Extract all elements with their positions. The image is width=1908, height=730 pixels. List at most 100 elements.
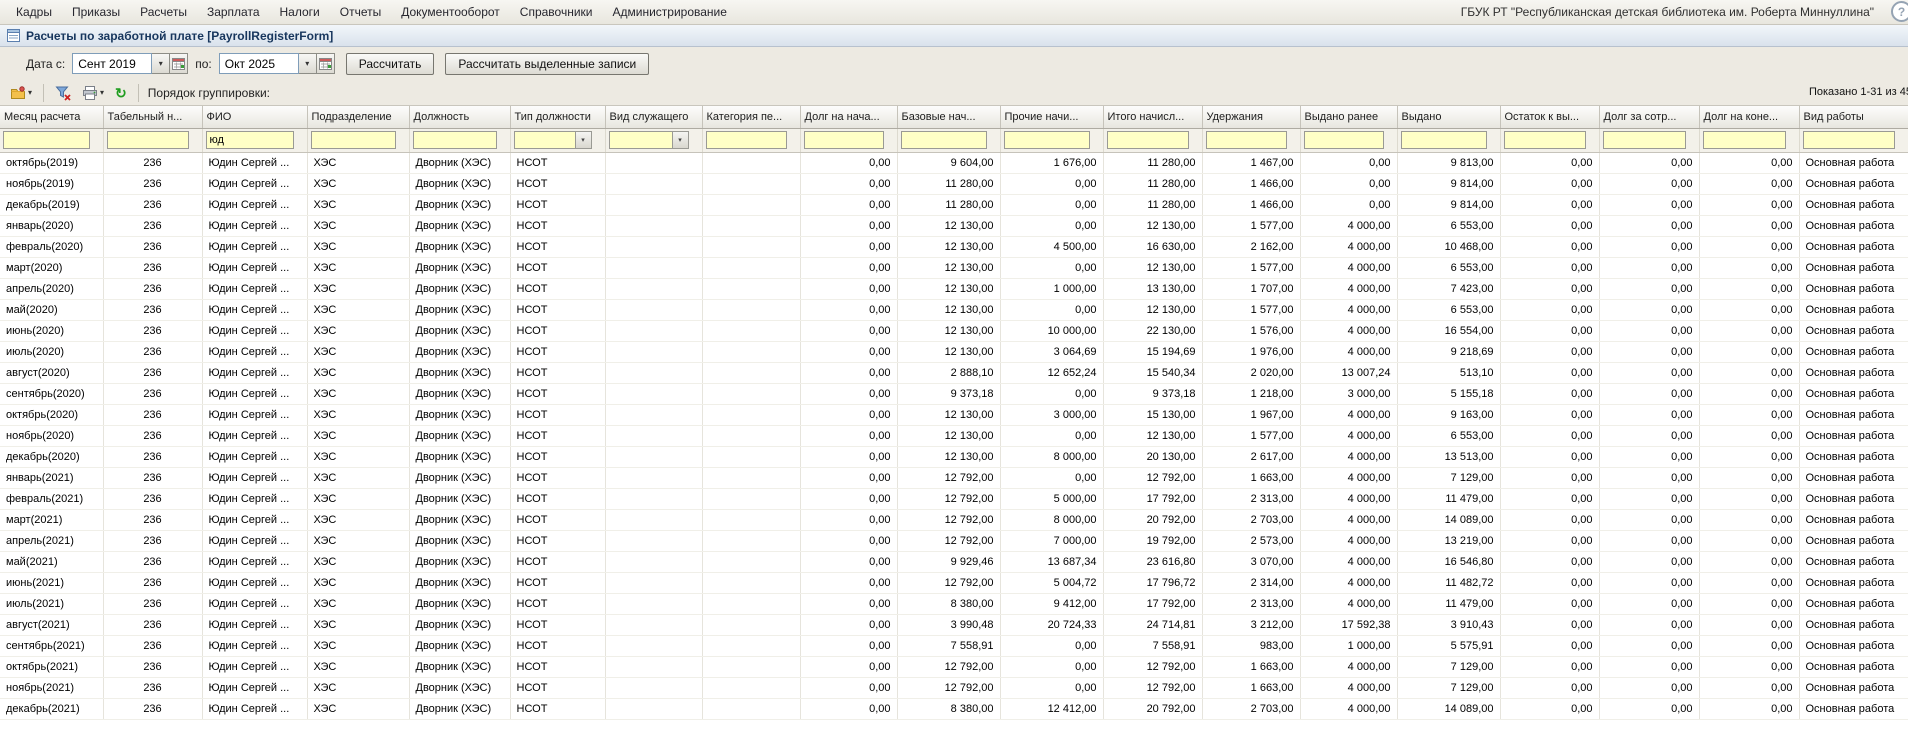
column-header-base_accruals[interactable]: Базовые нач... <box>897 106 1001 129</box>
filter-input-department[interactable] <box>310 131 396 149</box>
table-row[interactable]: май(2020) 236 Юдин Сергей ... ХЭС Дворник (Х… <box>0 299 1908 321</box>
table-row[interactable]: июль(2020) 236 Юдин Сергей ... ХЭС Дворник (… <box>0 341 1908 363</box>
cell-debt_employee: 0,00 <box>1599 404 1700 426</box>
table-row[interactable]: август(2020) 236 Юдин Сергей ... ХЭС Дворник… <box>0 362 1908 384</box>
date-to-dropdown-button[interactable]: ▾ <box>298 53 317 74</box>
export-menu-button[interactable]: ▾ <box>6 82 36 103</box>
cell-debt_employee: 0,00 <box>1599 362 1700 384</box>
table-row[interactable]: ноябрь(2020) 236 Юдин Сергей ... ХЭС Дворник… <box>0 425 1908 447</box>
filter-input-debt_end[interactable] <box>1702 131 1786 149</box>
filter-input-fio[interactable] <box>205 131 294 149</box>
table-row[interactable]: октябрь(2019) 236 Юдин Сергей ... ХЭС Дворни… <box>0 152 1908 174</box>
column-header-debt_start[interactable]: Долг на нача... <box>800 106 898 129</box>
column-header-position_type[interactable]: Тип должности <box>510 106 606 129</box>
date-from-input[interactable] <box>72 53 153 74</box>
cell-total_accruals: 12 130,00 <box>1103 215 1203 237</box>
date-to-input[interactable] <box>218 53 299 74</box>
filter-input-other_accruals[interactable] <box>1003 131 1090 149</box>
column-header-other_accruals[interactable]: Прочие начи... <box>1000 106 1104 129</box>
table-row[interactable]: июнь(2020) 236 Юдин Сергей ... ХЭС Дворник (… <box>0 320 1908 342</box>
menu-item-8[interactable]: Справочники <box>510 1 603 23</box>
cell-debt_end: 0,00 <box>1699 215 1800 237</box>
table-row[interactable]: ноябрь(2019) 236 Юдин Сергей ... ХЭС Дворник… <box>0 173 1908 195</box>
date-to-calendar-button[interactable] <box>316 53 335 74</box>
table-row[interactable]: апрель(2020) 236 Юдин Сергей ... ХЭС Дворник… <box>0 278 1908 300</box>
calculate-button[interactable]: Рассчитать <box>345 52 435 75</box>
filter-input-total_accruals[interactable] <box>1106 131 1189 149</box>
menu-item-7[interactable]: Документооборот <box>391 1 510 23</box>
filter-input-category[interactable] <box>705 131 787 149</box>
column-header-issued_before[interactable]: Выдано ранее <box>1300 106 1398 129</box>
help-icon[interactable]: ? <box>1891 1 1908 22</box>
table-row[interactable]: октябрь(2021) 236 Юдин Сергей ... ХЭС Дворни… <box>0 656 1908 678</box>
column-header-issued[interactable]: Выдано <box>1397 106 1501 129</box>
column-header-fio[interactable]: ФИО <box>202 106 308 129</box>
table-row[interactable]: январь(2020) 236 Юдин Сергей ... ХЭС Дворник… <box>0 215 1908 237</box>
refresh-button[interactable]: ↻ <box>111 82 131 103</box>
menu-item-9[interactable]: Администрирование <box>603 1 737 23</box>
clear-filter-button[interactable] <box>51 82 75 103</box>
cell-base_accruals: 12 130,00 <box>897 215 1001 237</box>
table-row[interactable]: сентябрь(2021) 236 Юдин Сергей ... ХЭС Дворн… <box>0 635 1908 657</box>
cell-work_type: Основная работа <box>1799 257 1908 279</box>
column-header-position[interactable]: Должность <box>409 106 511 129</box>
table-row[interactable]: март(2020) 236 Юдин Сергей ... ХЭС Дворник (… <box>0 257 1908 279</box>
cell-debt_start: 0,00 <box>800 509 898 531</box>
filter-input-debt_start[interactable] <box>803 131 884 149</box>
filter-input-base_accruals[interactable] <box>900 131 987 149</box>
menu-item-2[interactable]: Приказы <box>62 1 130 23</box>
table-row[interactable]: июль(2021) 236 Юдин Сергей ... ХЭС Дворник (… <box>0 593 1908 615</box>
menu-item-4[interactable]: Зарплата <box>197 1 270 23</box>
column-header-debt_end[interactable]: Долг на коне... <box>1699 106 1800 129</box>
table-row[interactable]: декабрь(2021) 236 Юдин Сергей ... ХЭС Дворни… <box>0 698 1908 720</box>
filter-input-withholdings[interactable] <box>1205 131 1287 149</box>
table-row[interactable]: май(2021) 236 Юдин Сергей ... ХЭС Дворник (Х… <box>0 551 1908 573</box>
table-row[interactable]: август(2021) 236 Юдин Сергей ... ХЭС Дворник… <box>0 614 1908 636</box>
column-header-work_type[interactable]: Вид работы <box>1799 106 1908 129</box>
column-header-total_accruals[interactable]: Итого начисл... <box>1103 106 1203 129</box>
filter-input-issued[interactable] <box>1400 131 1487 149</box>
column-header-employee_kind[interactable]: Вид служащего <box>605 106 703 129</box>
column-header-department[interactable]: Подразделение <box>307 106 410 129</box>
column-header-month[interactable]: Месяц расчета <box>0 106 104 129</box>
filter-input-work_type[interactable] <box>1802 131 1895 149</box>
table-row[interactable]: апрель(2021) 236 Юдин Сергей ... ХЭС Дворник… <box>0 530 1908 552</box>
column-header-withholdings[interactable]: Удержания <box>1202 106 1301 129</box>
table-row[interactable]: февраль(2021) 236 Юдин Сергей ... ХЭС Дворни… <box>0 488 1908 510</box>
filter-combo-dropdown-position_type[interactable]: ▾ <box>575 131 592 149</box>
menu-item-1[interactable]: Кадры <box>6 1 62 23</box>
menu-item-3[interactable]: Расчеты <box>130 1 197 23</box>
column-header-debt_employee[interactable]: Долг за сотр... <box>1599 106 1700 129</box>
filter-input-position_type[interactable] <box>513 131 576 149</box>
menu-item-6[interactable]: Отчеты <box>330 1 391 23</box>
table-row[interactable]: февраль(2020) 236 Юдин Сергей ... ХЭС Дворни… <box>0 236 1908 258</box>
table-row[interactable]: октябрь(2020) 236 Юдин Сергей ... ХЭС Дворни… <box>0 404 1908 426</box>
table-row[interactable]: ноябрь(2021) 236 Юдин Сергей ... ХЭС Дворник… <box>0 677 1908 699</box>
table-row[interactable]: июнь(2021) 236 Юдин Сергей ... ХЭС Дворник (… <box>0 572 1908 594</box>
cell-issued: 5 575,91 <box>1397 635 1501 657</box>
column-header-tab_number[interactable]: Табельный н... <box>103 106 203 129</box>
date-from-calendar-button[interactable] <box>170 53 189 74</box>
column-header-category[interactable]: Категория пе... <box>702 106 801 129</box>
cell-department: ХЭС <box>307 488 410 510</box>
print-menu-button[interactable]: ▾ <box>78 82 108 103</box>
calculate-selected-button[interactable]: Рассчитать выделенные записи <box>445 52 650 75</box>
filter-input-issued_before[interactable] <box>1303 131 1384 149</box>
column-header-remainder[interactable]: Остаток к вы... <box>1500 106 1600 129</box>
filter-input-remainder[interactable] <box>1503 131 1586 149</box>
filter-input-month[interactable] <box>3 131 90 149</box>
filter-input-tab_number[interactable] <box>106 131 189 149</box>
table-row[interactable]: март(2021) 236 Юдин Сергей ... ХЭС Дворник (… <box>0 509 1908 531</box>
table-row[interactable]: декабрь(2019) 236 Юдин Сергей ... ХЭС Дворни… <box>0 194 1908 216</box>
menu-item-5[interactable]: Налоги <box>270 1 330 23</box>
cell-department: ХЭС <box>307 299 410 321</box>
filter-input-employee_kind[interactable] <box>608 131 673 149</box>
date-from-dropdown-button[interactable]: ▾ <box>152 53 171 74</box>
filter-input-position[interactable] <box>412 131 497 149</box>
filter-combo-dropdown-employee_kind[interactable]: ▾ <box>672 131 689 149</box>
table-row[interactable]: декабрь(2020) 236 Юдин Сергей ... ХЭС Дворни… <box>0 446 1908 468</box>
filter-input-debt_employee[interactable] <box>1602 131 1686 149</box>
table-row[interactable]: сентябрь(2020) 236 Юдин Сергей ... ХЭС Дворн… <box>0 383 1908 405</box>
cell-withholdings: 1 467,00 <box>1202 152 1301 174</box>
table-row[interactable]: январь(2021) 236 Юдин Сергей ... ХЭС Дворник… <box>0 467 1908 489</box>
